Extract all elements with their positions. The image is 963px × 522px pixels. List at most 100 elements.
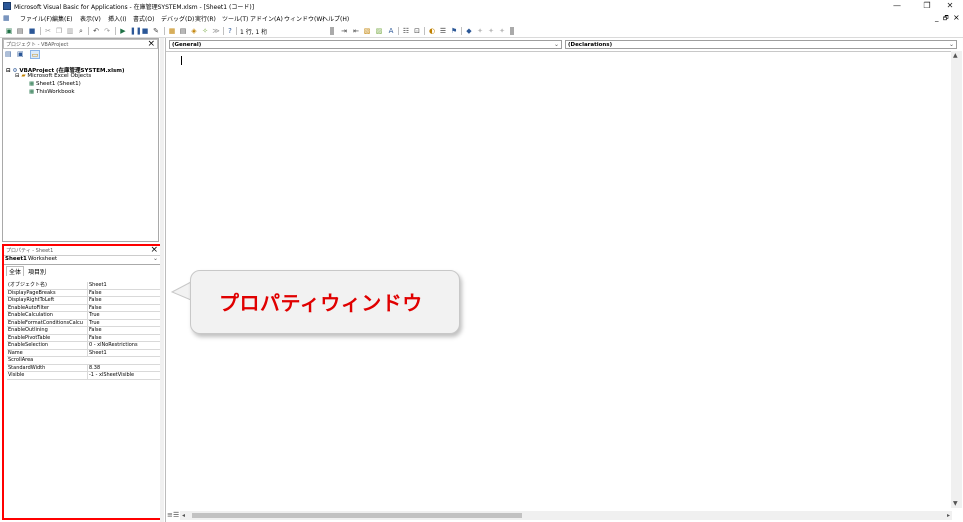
inner-restore-button[interactable]: 🗗 — [943, 14, 949, 24]
menu-debug[interactable]: デバッグ(D) — [161, 14, 194, 23]
quick-info-icon[interactable]: A — [387, 27, 395, 35]
tree-item-thisworkbook[interactable]: ▦ ThisWorkbook — [29, 89, 75, 95]
chevron-down-icon[interactable]: ⌄ — [554, 41, 559, 49]
toggle-folders-icon[interactable]: ▭ — [30, 50, 40, 59]
minimize-button[interactable]: — — [888, 1, 906, 11]
close-button[interactable]: ✕ — [941, 1, 959, 11]
undo-icon[interactable]: ↶ — [92, 27, 100, 35]
full-module-view-icon[interactable]: ☰ — [173, 511, 179, 520]
find-icon[interactable]: ⌕ — [77, 27, 85, 35]
property-row[interactable]: DisplayPageBreaks False — [7, 289, 161, 297]
property-value[interactable]: False — [87, 304, 102, 312]
menu-view[interactable]: 表示(V) — [80, 14, 101, 23]
property-value[interactable]: True — [87, 312, 100, 319]
restore-button[interactable]: ❐ — [918, 1, 936, 11]
close-icon[interactable]: × — [147, 39, 155, 49]
control-toolbox-icon[interactable]: ≫ — [212, 27, 220, 35]
inner-minimize-button[interactable]: _ — [935, 14, 939, 22]
property-row[interactable]: EnablePivotTable False — [7, 334, 161, 342]
scroll-thumb[interactable] — [192, 513, 522, 518]
break-icon[interactable]: ❚❚ — [130, 27, 142, 35]
run-icon[interactable]: ▶ — [119, 27, 127, 35]
property-row[interactable]: (オブジェクト名) Sheet1 — [7, 282, 161, 290]
previous-bookmark-icon[interactable]: ✦ — [476, 27, 484, 35]
help-icon[interactable]: ? — [226, 27, 234, 35]
cut-icon[interactable]: ✂ — [44, 27, 52, 35]
toolbar-handle[interactable] — [330, 27, 334, 35]
reset-icon[interactable]: ■ — [141, 27, 149, 35]
collapse-icon[interactable]: ⊟ — [15, 73, 20, 79]
object-selector[interactable]: Sheet1 Worksheet ⌄ — [4, 255, 160, 265]
chevron-down-icon[interactable]: ⌄ — [153, 255, 158, 262]
scroll-left-icon[interactable]: ◂ — [182, 511, 185, 520]
tab-alphabetic[interactable]: 全体 — [6, 266, 25, 276]
menu-format[interactable]: 書式(O) — [133, 14, 154, 23]
menu-addins[interactable]: アドイン(A) — [250, 14, 283, 23]
uncomment-block-icon[interactable]: ☰ — [439, 27, 447, 35]
collapse-icon[interactable]: ⊟ — [6, 68, 11, 74]
comment-block-icon[interactable]: ◐ — [428, 27, 436, 35]
property-row[interactable]: EnableOutlining False — [7, 327, 161, 335]
menu-help[interactable]: ヘルプ(H) — [322, 14, 349, 23]
properties-window-icon[interactable]: ▤ — [179, 27, 187, 35]
save-icon[interactable]: ■ — [28, 27, 36, 35]
property-row[interactable]: StandardWidth 8.38 — [7, 364, 161, 372]
copy-icon[interactable]: ❐ — [55, 27, 63, 35]
more-bookmarks-icon[interactable]: ✦ — [498, 27, 506, 35]
property-row[interactable]: Visible -1 - xlSheetVisible — [7, 372, 161, 380]
tab-categorized[interactable]: 項目別 — [28, 267, 46, 276]
scroll-down-icon[interactable]: ▼ — [953, 500, 958, 507]
close-icon[interactable]: × — [150, 245, 158, 255]
property-value[interactable]: Sheet1 — [87, 349, 107, 357]
sheet-code-icon[interactable]: ▦ — [3, 14, 11, 22]
scroll-right-icon[interactable]: ▸ — [947, 511, 950, 520]
chevron-down-icon[interactable]: ⌄ — [949, 41, 954, 49]
menu-window[interactable]: ウィンドウ(W) — [284, 14, 325, 23]
property-row[interactable]: EnableAutoFilter False — [7, 304, 161, 312]
project-explorer-icon[interactable]: ▦ — [168, 27, 176, 35]
inner-close-button[interactable]: × — [953, 13, 960, 22]
menu-edit[interactable]: 編集(E) — [52, 14, 72, 23]
property-value[interactable]: -1 - xlSheetVisible — [87, 372, 134, 379]
paste-icon[interactable]: ▥ — [66, 27, 74, 35]
object-browser-icon[interactable]: ◈ — [190, 27, 198, 35]
indent-icon[interactable]: ⇥ — [340, 27, 348, 35]
complete-word-icon[interactable]: ☷ — [402, 27, 410, 35]
property-row[interactable]: Name Sheet1 — [7, 349, 161, 357]
list-constants-icon[interactable]: ▨ — [375, 27, 383, 35]
view-code-icon[interactable]: ▤ — [5, 51, 14, 58]
object-combo[interactable]: (General) ⌄ — [169, 40, 562, 49]
redo-icon[interactable]: ↷ — [103, 27, 111, 35]
menu-file[interactable]: ファイル(F) — [20, 14, 52, 23]
toggle-bookmark-icon[interactable]: ⚑ — [450, 27, 458, 35]
procedure-combo[interactable]: (Declarations) ⌄ — [565, 40, 957, 49]
horizontal-scrollbar[interactable]: ◂ ▸ — [180, 511, 952, 520]
property-value[interactable]: False — [87, 297, 102, 304]
property-row[interactable]: EnableCalculation True — [7, 312, 161, 320]
list-properties-icon[interactable]: ▧ — [363, 27, 371, 35]
property-value[interactable]: False — [87, 334, 102, 342]
insert-module-icon[interactable]: ▤ — [16, 27, 24, 35]
design-mode-icon[interactable]: ✎ — [152, 27, 160, 35]
excel-icon[interactable]: ▣ — [5, 27, 13, 35]
view-object-icon[interactable]: ▣ — [17, 51, 26, 58]
procedure-view-icon[interactable]: ≡ — [167, 511, 173, 520]
tree-item-sheet1[interactable]: ▦ Sheet1 (Sheet1) — [29, 81, 81, 87]
property-row[interactable]: EnableSelection 0 - xlNoRestrictions — [7, 342, 161, 350]
property-row[interactable]: DisplayRightToLeft False — [7, 297, 161, 305]
property-value[interactable]: Sheet1 — [87, 282, 107, 289]
property-value[interactable]: True — [87, 319, 100, 327]
property-value[interactable]: False — [87, 289, 102, 297]
menu-tools[interactable]: ツール(T) — [222, 14, 248, 23]
property-value[interactable]: 8.38 — [87, 364, 100, 372]
toggle-breakpoint-icon[interactable]: ⊡ — [413, 27, 421, 35]
property-row[interactable]: ScrollArea — [7, 357, 161, 365]
toolbox-icon[interactable]: ✧ — [201, 27, 209, 35]
outdent-icon[interactable]: ⇤ — [352, 27, 360, 35]
next-bookmark-icon[interactable]: ◆ — [465, 27, 473, 35]
scroll-up-icon[interactable]: ▲ — [953, 52, 958, 59]
clear-bookmarks-icon[interactable]: ✦ — [487, 27, 495, 35]
tree-folder[interactable]: ⊟ ▰ Microsoft Excel Objects — [15, 73, 91, 79]
menu-run[interactable]: 実行(R) — [195, 14, 216, 23]
property-value[interactable]: 0 - xlNoRestrictions — [87, 342, 138, 349]
